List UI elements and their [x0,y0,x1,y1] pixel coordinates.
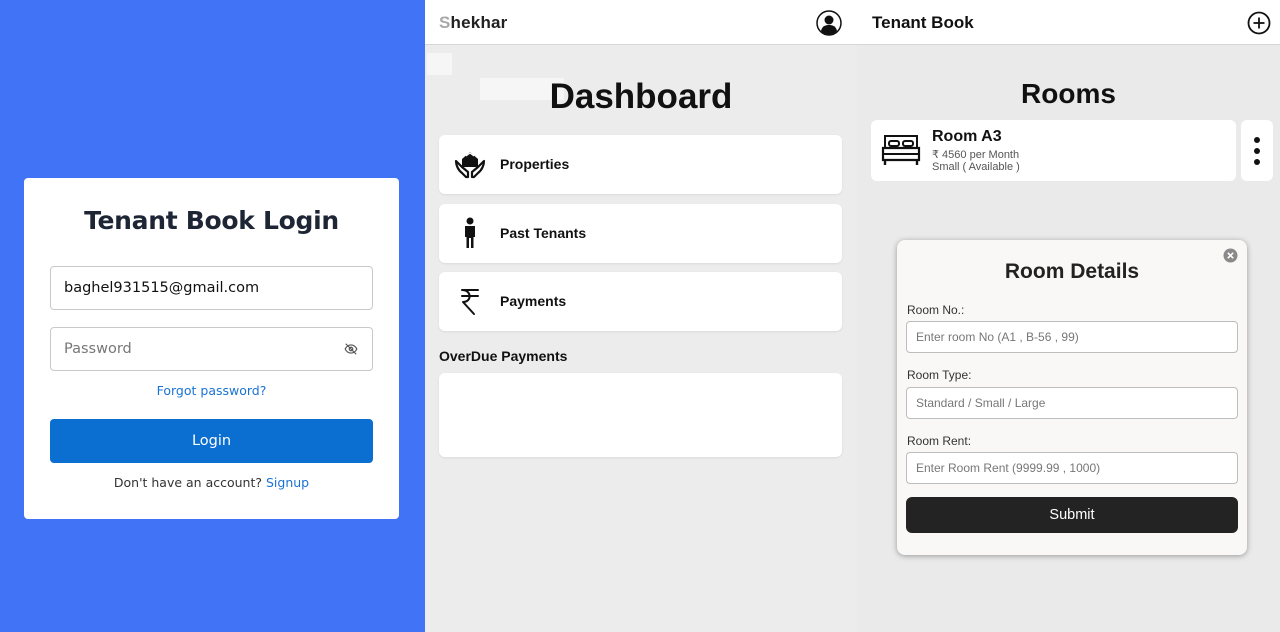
login-title: Tenant Book Login [84,206,339,235]
submit-button[interactable]: Submit [906,497,1238,533]
room-type-input[interactable] [906,387,1238,419]
app-title: Tenant Book [872,13,974,32]
room-rent: ₹ 4560 per Month [932,149,1020,161]
login-button[interactable]: Login [50,419,373,463]
rupee-icon [461,289,479,315]
user-name: Shekhar [439,13,508,33]
modal-title: Room Details [1004,260,1140,283]
rooms-panel: Tenant Book Rooms Room A3 ₹ 4560 per Mon… [857,0,1280,632]
person-icon [465,217,475,248]
email-input[interactable] [50,266,373,310]
room-size-status: Small ( Available ) [932,161,1020,173]
menu-item-label: Past Tenants [500,225,587,241]
menu-item-label: Payments [500,293,567,309]
rooms-topbar: Tenant Book [857,0,1280,45]
room-no-input[interactable] [906,321,1238,353]
add-circle-icon[interactable] [1247,11,1271,35]
house-in-hands-icon [454,152,486,179]
menu-item-label: Properties [500,156,570,172]
room-card[interactable]: Room A3 ₹ 4560 per Month Small ( Availab… [871,120,1236,181]
dashboard-title: Dashboard [549,77,733,116]
user-name-first-letter: S [439,13,451,32]
ghost-block [427,53,452,75]
dashboard-panel: Shekhar Dashboard Properties Past Tenant… [425,0,857,632]
login-card: Tenant Book Login Forgot password? Login… [24,178,399,519]
room-no-label: Room No.: [907,303,965,317]
dashboard-topbar: Shekhar [425,0,857,45]
overdue-payments-heading: OverDue Payments [439,348,568,364]
menu-item-payments[interactable]: Payments [439,272,842,331]
password-input[interactable] [50,327,373,371]
signup-link[interactable]: Signup [266,475,309,490]
room-details-modal: Room Details Room No.: Room Type: Room R… [897,240,1247,555]
room-name: Room A3 [932,128,1002,145]
bed-icon [881,135,921,165]
rooms-title: Rooms [1021,78,1116,109]
room-rent-input[interactable] [906,452,1238,484]
overdue-payments-box [439,373,842,457]
user-avatar-icon[interactable] [816,10,842,36]
signup-row: Don't have an account? Signup [24,475,399,490]
room-type-label: Room Type: [907,368,972,382]
room-rent-label: Room Rent: [907,434,972,448]
forgot-password-link[interactable]: Forgot password? [24,383,399,398]
kebab-menu-icon [1254,137,1260,165]
eye-slash-icon[interactable] [343,342,359,356]
room-options-button[interactable] [1241,120,1273,181]
menu-item-past-tenants[interactable]: Past Tenants [439,204,842,263]
login-panel: Tenant Book Login Forgot password? Login… [0,0,425,632]
user-name-rest: hekhar [450,13,508,32]
menu-item-properties[interactable]: Properties [439,135,842,194]
no-account-text: Don't have an account? [113,475,263,490]
